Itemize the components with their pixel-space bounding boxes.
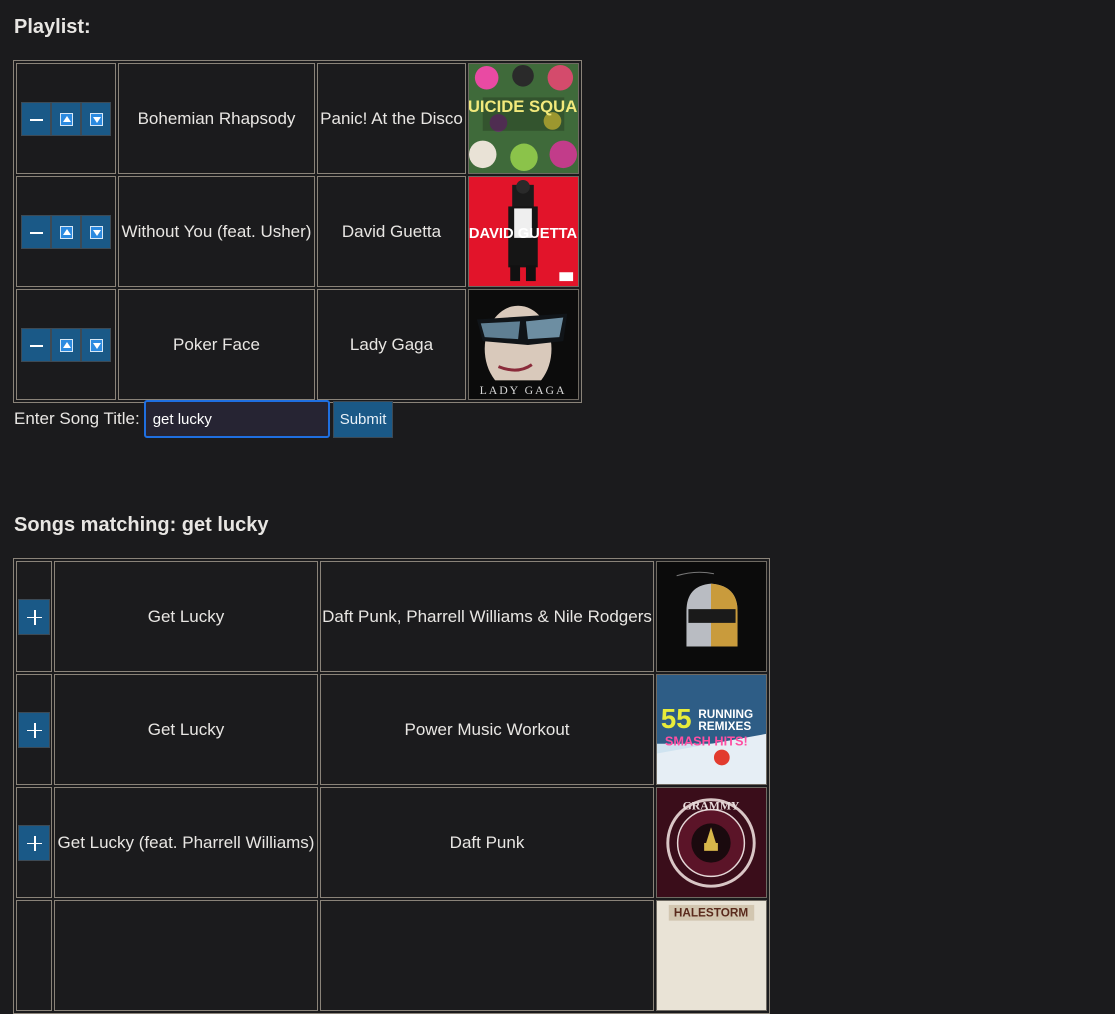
move-up-button[interactable] [51,327,81,362]
remove-button[interactable] [21,101,51,136]
song-artist: Lady Gaga [317,289,466,400]
svg-text:55: 55 [661,703,692,734]
add-song-button[interactable] [18,824,50,861]
svg-text:SMASH HITS!: SMASH HITS! [665,734,748,749]
remove-button[interactable] [21,327,51,362]
svg-text:GRAMMY: GRAMMY [683,800,740,813]
halestorm-album-art: HALESTORM [656,900,767,1011]
move-down-button[interactable] [81,327,111,362]
playlist-row: Without You (feat. Usher) David Guetta D… [16,176,579,287]
result-row: HALESTORM [16,900,767,1011]
svg-text:SUICIDE SQUAD: SUICIDE SQUAD [468,97,579,116]
results-heading: Songs matching: get lucky [14,514,269,536]
nothing-but-the-beat-album-art: DAVID GUETTA [468,176,579,287]
song-title: Get Lucky (feat. Pharrell Williams) [54,787,318,898]
song-title: Get Lucky [54,674,318,785]
the-fame-album-art: LADY GAGA [468,289,579,400]
results-table: Get Lucky Daft Punk, Pharrell Williams &… [13,558,770,1014]
submit-button[interactable]: Submit [332,400,394,438]
song-artist: Power Music Workout [320,674,654,785]
playlist-controls [16,63,116,174]
song-entry-form: Enter Song Title: Submit [14,400,394,438]
add-song-button[interactable] [18,711,50,748]
random-access-memories-album-art [656,561,767,672]
playlist-row: Bohemian Rhapsody Panic! At the Disco SU… [16,63,579,174]
playlist-row: Poker Face Lady Gaga LADY GAGA [16,289,579,400]
song-title: Poker Face [118,289,315,400]
song-title-label: Enter Song Title: [14,409,140,428]
song-artist: David Guetta [317,176,466,287]
song-artist: Daft Punk [320,787,654,898]
song-title: Without You (feat. Usher) [118,176,315,287]
add-song-button[interactable] [18,598,50,635]
playlist-controls [16,176,116,287]
suicide-squad-album-art: SUICIDE SQUAD [468,63,579,174]
55-running-remixes-album-art: 55 RUNNING REMIXES SMASH HITS! [656,674,767,785]
song-title: Bohemian Rhapsody [118,63,315,174]
playlist-heading: Playlist: [14,16,91,38]
move-up-button[interactable] [51,101,81,136]
svg-text:HALESTORM: HALESTORM [674,907,748,920]
svg-text:LADY GAGA: LADY GAGA [480,384,567,397]
playlist-controls [16,289,116,400]
song-artist: Daft Punk, Pharrell Williams & Nile Rodg… [320,561,654,672]
svg-text:DAVID GUETTA: DAVID GUETTA [469,226,578,242]
song-title-input[interactable] [143,400,330,438]
move-down-button[interactable] [81,214,111,249]
svg-text:REMIXES: REMIXES [698,720,751,733]
grammy-nominees-album-art: GRAMMY [656,787,767,898]
result-row: Get Lucky Daft Punk, Pharrell Williams &… [16,561,767,672]
song-title: Get Lucky [54,561,318,672]
move-up-button[interactable] [51,214,81,249]
result-row: Get Lucky (feat. Pharrell Williams) Daft… [16,787,767,898]
playlist-table: Bohemian Rhapsody Panic! At the Disco SU… [13,60,582,403]
song-artist: Panic! At the Disco [317,63,466,174]
remove-button[interactable] [21,214,51,249]
result-row: Get Lucky Power Music Workout 55 RUNNING… [16,674,767,785]
move-down-button[interactable] [81,101,111,136]
